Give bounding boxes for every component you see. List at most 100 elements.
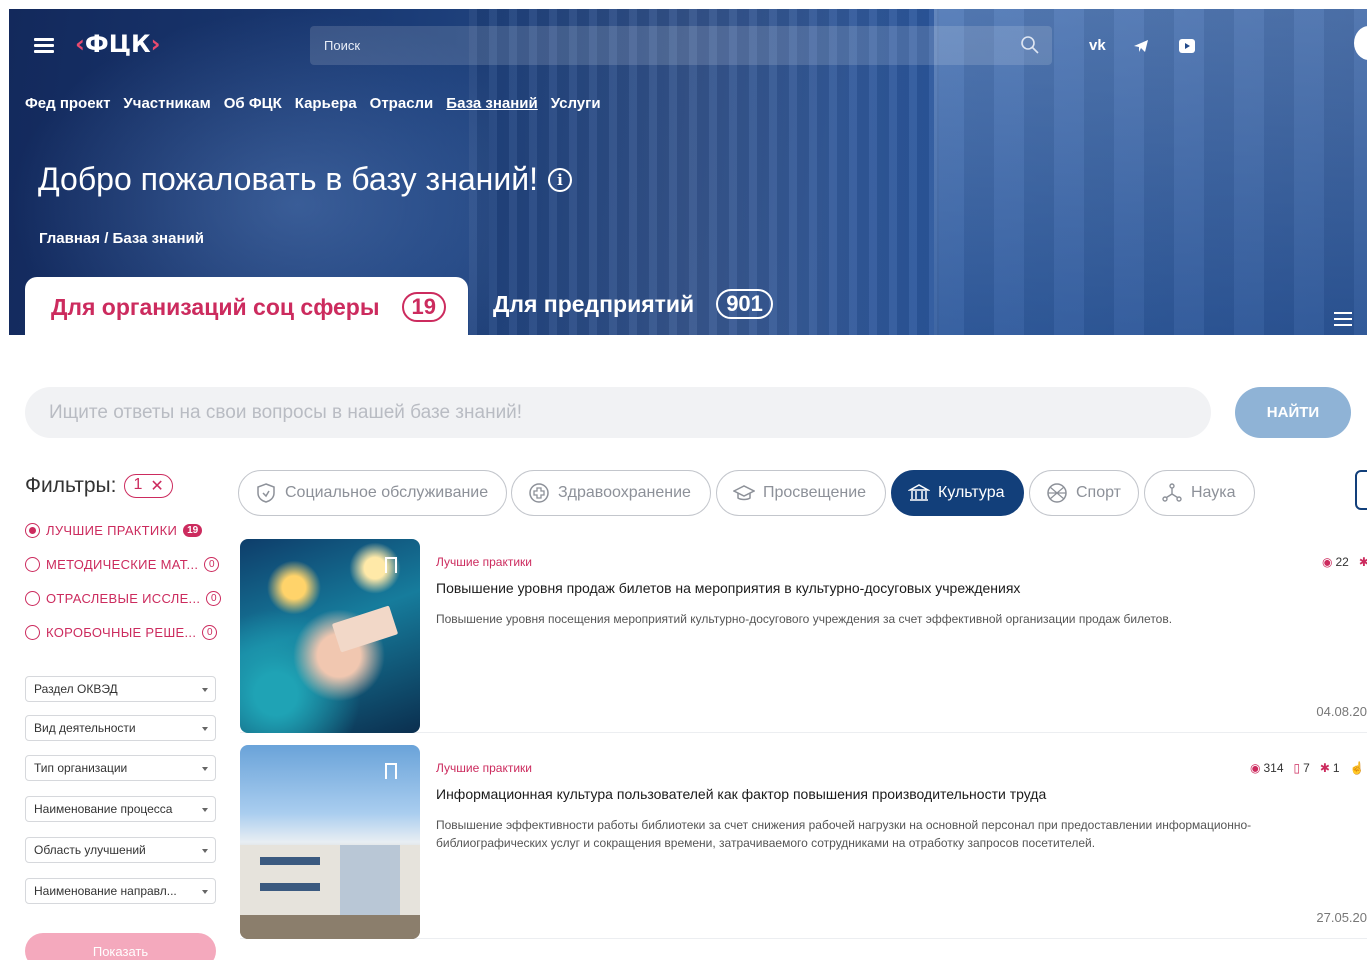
filter-type-label: МЕТОДИЧЕСКИЕ МАТ... xyxy=(46,557,199,572)
views-count: 314 xyxy=(1263,761,1284,775)
menu-icon[interactable] xyxy=(34,38,54,54)
category-science[interactable]: Наука xyxy=(1144,470,1255,516)
category-culture[interactable]: Культура xyxy=(891,470,1024,516)
nav-about[interactable]: Об ФЦК xyxy=(224,95,282,112)
chevron-down-icon xyxy=(202,849,208,853)
knowledge-card[interactable]: Лучшие практики Повышение уровня продаж … xyxy=(240,539,1367,733)
knowledge-card[interactable]: Лучшие практики Информационная культура … xyxy=(240,745,1367,939)
filter-type-boxed-solutions[interactable]: КОРОБОЧНЫЕ РЕШЕ... 0 xyxy=(25,625,218,640)
card-title[interactable]: Повышение уровня продаж билетов на мероп… xyxy=(436,580,1020,596)
card-category: Лучшие практики xyxy=(436,761,532,775)
chevron-down-icon xyxy=(202,688,208,692)
eye-icon: ◉ xyxy=(1322,555,1333,569)
card-image-tickets xyxy=(240,539,420,733)
category-label: Здравоохранение xyxy=(558,484,691,501)
filters-title: Фильтры: xyxy=(25,474,117,497)
chevron-down-icon xyxy=(202,767,208,771)
category-social-service[interactable]: Социальное обслуживание xyxy=(238,470,507,516)
filters-reset-chip[interactable]: 1 ✕ xyxy=(124,474,173,498)
breadcrumb-current: База знаний xyxy=(112,230,204,247)
tab-enterprises-count: 901 xyxy=(716,289,773,320)
views-stat: ◉ 314 xyxy=(1250,761,1284,775)
category-label: Просвещение xyxy=(763,484,867,501)
telegram-icon[interactable] xyxy=(1133,38,1149,54)
filter-type-count: 0 xyxy=(202,625,218,640)
close-icon[interactable]: ✕ xyxy=(150,476,163,496)
tab-social-organizations[interactable]: Для организаций соц сферы 19 xyxy=(25,277,468,335)
knowledge-search-placeholder: Ищите ответы на свои вопросы в нашей баз… xyxy=(49,402,523,423)
direction-name-select[interactable]: Наименование направл... xyxy=(25,878,216,904)
bookmark-icon[interactable] xyxy=(385,557,397,573)
radio-icon[interactable] xyxy=(25,591,40,606)
card-image-library-building xyxy=(240,745,420,939)
select-value: Наименование процесса xyxy=(34,802,173,816)
like-stat[interactable]: ☝ xyxy=(1350,761,1365,775)
main-nav: Фед проект Участникам Об ФЦК Карьера Отр… xyxy=(25,95,601,112)
filters-header: Фильтры: 1 ✕ xyxy=(25,474,173,498)
card-date: 27.05.20 xyxy=(1316,910,1367,925)
filter-type-count: 19 xyxy=(183,524,203,537)
find-button[interactable]: НАЙТИ xyxy=(1235,387,1351,438)
card-description: Повышение уровня посещения мероприятий к… xyxy=(436,612,1173,626)
filter-type-label: ОТРАСЛЕВЫЕ ИССЛЕ... xyxy=(46,591,201,606)
youtube-icon[interactable] xyxy=(1179,39,1195,53)
card-stats: ◉ 314 ▯ 7 ✱ 1 ☝ xyxy=(1250,761,1365,775)
nav-participants[interactable]: Участникам xyxy=(123,95,210,112)
ball-icon xyxy=(1047,483,1067,503)
nav-career[interactable]: Карьера xyxy=(295,95,357,112)
select-value: Наименование направл... xyxy=(34,884,177,898)
header-search-placeholder: Поиск xyxy=(324,38,361,53)
category-label: Социальное обслуживание xyxy=(285,484,489,501)
bookmark-icon[interactable] xyxy=(385,763,397,779)
card-category: Лучшие практики xyxy=(436,555,532,569)
bookmark-icon: ▯ xyxy=(1293,761,1301,775)
show-button[interactable]: Показать xyxy=(25,933,216,960)
filters-active-count: 1 xyxy=(133,476,143,493)
category-healthcare[interactable]: Здравоохранение xyxy=(511,470,711,516)
filter-type-best-practices[interactable]: ЛУЧШИЕ ПРАКТИКИ 19 xyxy=(25,523,203,538)
header-search-input[interactable]: Поиск xyxy=(310,26,1052,65)
okved-section-select[interactable]: Раздел ОКВЭД xyxy=(25,676,216,702)
graduation-cap-icon xyxy=(733,485,755,501)
search-icon[interactable] xyxy=(1020,35,1040,55)
medical-cross-icon xyxy=(529,483,549,503)
gear-icon: ✱ xyxy=(1358,555,1367,569)
hero-banner: ‹ФЦК› Поиск vk Фед проект Участникам Об … xyxy=(9,9,1367,335)
card-title[interactable]: Информационная культура пользователей ка… xyxy=(436,786,1046,802)
filter-type-count: 0 xyxy=(204,557,220,572)
radio-icon[interactable] xyxy=(25,557,40,572)
breadcrumb-home[interactable]: Главная xyxy=(39,230,100,247)
nav-knowledge-base[interactable]: База знаний xyxy=(446,95,537,112)
category-sport[interactable]: Спорт xyxy=(1029,470,1139,516)
card-description: Повышение эффективности работы библиотек… xyxy=(436,818,1252,850)
radio-selected-icon[interactable] xyxy=(25,523,40,538)
improvement-area-select[interactable]: Область улучшений xyxy=(25,837,216,863)
list-view-icon[interactable] xyxy=(1334,312,1352,328)
views-stat: ◉ 22 xyxy=(1322,555,1349,569)
filter-type-methodical[interactable]: МЕТОДИЧЕСКИЕ МАТ... 0 xyxy=(25,557,220,572)
thumbs-up-icon[interactable]: ☝ xyxy=(1350,761,1365,775)
vk-icon[interactable]: vk xyxy=(1089,37,1106,54)
eye-icon: ◉ xyxy=(1250,761,1261,775)
applied-count: 1 xyxy=(1332,761,1340,775)
select-value: Раздел ОКВЭД xyxy=(34,682,118,696)
tab-enterprises-label: Для предприятий xyxy=(493,290,695,317)
category-scroll-button[interactable] xyxy=(1355,470,1367,510)
tab-enterprises[interactable]: Для предприятий 901 xyxy=(493,289,773,320)
ticket-shape xyxy=(331,605,399,653)
logo[interactable]: ‹ФЦК› xyxy=(75,30,160,58)
activity-type-select[interactable]: Вид деятельности xyxy=(25,715,216,741)
settings-stat: ✱ xyxy=(1359,555,1367,569)
process-name-select[interactable]: Наименование процесса xyxy=(25,796,216,822)
radio-icon[interactable] xyxy=(25,625,40,640)
nav-fed-project[interactable]: Фед проект xyxy=(25,95,110,112)
building-entrance xyxy=(340,845,400,915)
page-title: Добро пожаловать в базу знаний! i xyxy=(38,161,572,198)
category-education[interactable]: Просвещение xyxy=(716,470,886,516)
filter-type-industry-research[interactable]: ОТРАСЛЕВЫЕ ИССЛЕ... 0 xyxy=(25,591,222,606)
nav-services[interactable]: Услуги xyxy=(551,95,601,112)
knowledge-search-input[interactable]: Ищите ответы на свои вопросы в нашей баз… xyxy=(25,387,1211,438)
nav-industries[interactable]: Отрасли xyxy=(370,95,434,112)
info-icon[interactable]: i xyxy=(547,167,572,192)
organization-type-select[interactable]: Тип организации xyxy=(25,755,216,781)
